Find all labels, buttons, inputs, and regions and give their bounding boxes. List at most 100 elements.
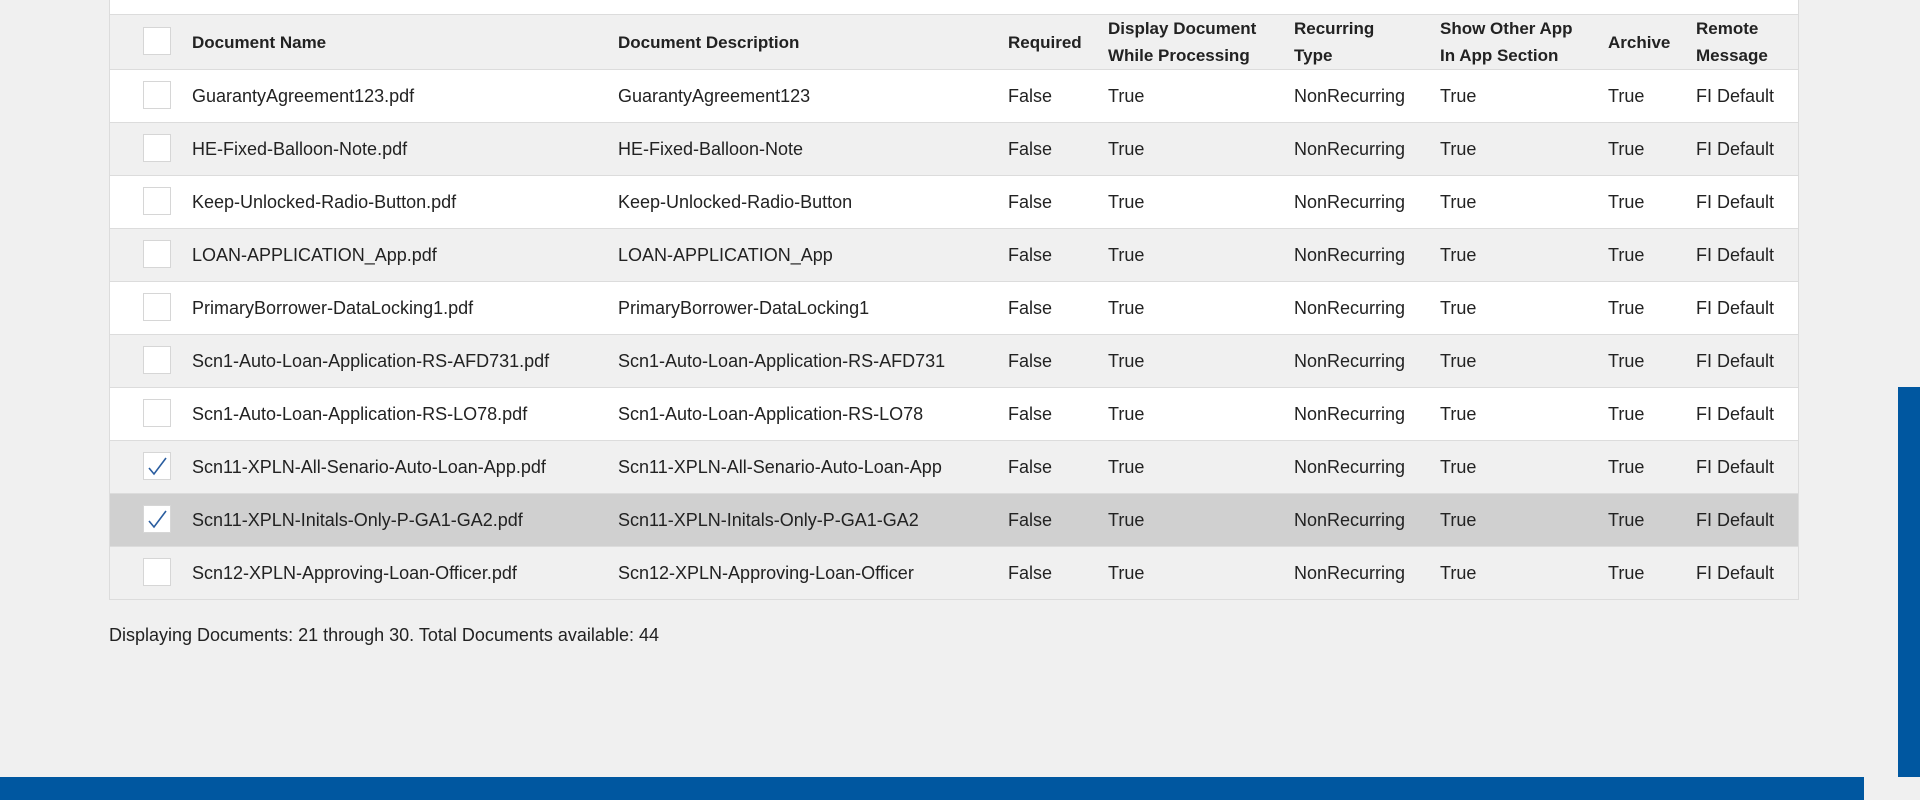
header-document-name[interactable]: Document Name (192, 15, 326, 69)
header-remote-message[interactable]: Remote Message (1696, 15, 1786, 69)
table-row[interactable]: GuarantyAgreement123.pdf GuarantyAgreemen… (110, 70, 1798, 123)
row-checkbox[interactable] (143, 505, 171, 533)
cell-archive: True (1608, 297, 1645, 318)
cell-document-description: GuarantyAgreement123 (618, 85, 811, 106)
row-checkbox[interactable] (143, 346, 171, 374)
table-row[interactable]: Scn1-Auto-Loan-Application-RS-AFD731.pdf… (110, 335, 1798, 388)
cell-remote-message: FI Default (1696, 509, 1775, 530)
cell-show-other-app: True (1440, 191, 1477, 212)
cell-recurring-type: NonRecurring (1294, 456, 1406, 477)
cell-recurring-type: NonRecurring (1294, 509, 1406, 530)
vertical-scrollbar[interactable] (1898, 387, 1920, 777)
cell-document-name: LOAN-APPLICATION_App.pdf (192, 244, 437, 265)
cell-recurring-type: NonRecurring (1294, 562, 1406, 583)
cell-archive: True (1608, 509, 1645, 530)
cell-recurring-type: NonRecurring (1294, 191, 1406, 212)
cell-remote-message: FI Default (1696, 562, 1775, 583)
cell-remote-message: FI Default (1696, 138, 1775, 159)
row-checkbox[interactable] (143, 134, 171, 162)
cell-document-name: Scn11-XPLN-All-Senario-Auto-Loan-App.pdf (192, 456, 546, 477)
cell-display-while-processing: True (1108, 297, 1145, 318)
cell-remote-message: FI Default (1696, 297, 1775, 318)
cell-document-name: Scn1-Auto-Loan-Application-RS-LO78.pdf (192, 403, 528, 424)
cell-required: False (1008, 350, 1053, 371)
cell-recurring-type: NonRecurring (1294, 138, 1406, 159)
table-row[interactable]: PrimaryBorrower-DataLocking1.pdf PrimaryB… (110, 282, 1798, 335)
footer-bar (0, 777, 1864, 800)
cell-show-other-app: True (1440, 297, 1477, 318)
checkmark-icon (148, 457, 167, 476)
header-document-description[interactable]: Document Description (618, 15, 799, 69)
pagination-status: Displaying Documents: 21 through 30. Tot… (109, 625, 659, 645)
cell-display-while-processing: True (1108, 562, 1145, 583)
cell-display-while-processing: True (1108, 138, 1145, 159)
table-row[interactable]: Scn1-Auto-Loan-Application-RS-LO78.pdf Sc… (110, 388, 1798, 441)
row-checkbox[interactable] (143, 293, 171, 321)
cell-show-other-app: True (1440, 509, 1477, 530)
table-header-row: Document Name Document Description Requi… (110, 15, 1798, 70)
row-checkbox[interactable] (143, 558, 171, 586)
row-checkbox[interactable] (143, 452, 171, 480)
cell-document-name: GuarantyAgreement123.pdf (192, 85, 415, 106)
cell-required: False (1008, 509, 1053, 530)
cell-document-description: Scn11-XPLN-Initals-Only-P-GA1-GA2 (618, 509, 919, 530)
cell-show-other-app: True (1440, 350, 1477, 371)
table-row[interactable]: Keep-Unlocked-Radio-Button.pdf Keep-Unloc… (110, 176, 1798, 229)
header-recurring-type[interactable]: Recurring Type (1294, 15, 1414, 69)
header-display-while-processing[interactable]: Display Document While Processing (1108, 15, 1278, 69)
cell-archive: True (1608, 191, 1645, 212)
cell-display-while-processing: True (1108, 350, 1145, 371)
cell-document-description: Scn12-XPLN-Approving-Loan-Officer (618, 562, 914, 583)
cell-document-name: HE-Fixed-Balloon-Note.pdf (192, 138, 408, 159)
cell-remote-message: FI Default (1696, 403, 1775, 424)
cell-document-name: Scn1-Auto-Loan-Application-RS-AFD731.pdf (192, 350, 550, 371)
row-checkbox[interactable] (143, 240, 171, 268)
cell-required: False (1008, 244, 1053, 265)
cell-document-name: PrimaryBorrower-DataLocking1.pdf (192, 297, 474, 318)
cell-recurring-type: NonRecurring (1294, 350, 1406, 371)
cell-archive: True (1608, 244, 1645, 265)
cell-required: False (1008, 191, 1053, 212)
cell-display-while-processing: True (1108, 191, 1145, 212)
cell-document-description: PrimaryBorrower-DataLocking1 (618, 297, 870, 318)
cell-display-while-processing: True (1108, 456, 1145, 477)
cell-remote-message: FI Default (1696, 191, 1775, 212)
cell-recurring-type: NonRecurring (1294, 403, 1406, 424)
cell-required: False (1008, 562, 1053, 583)
cell-recurring-type: NonRecurring (1294, 244, 1406, 265)
table-row[interactable]: Scn11-XPLN-Initals-Only-P-GA1-GA2.pdf Scn… (110, 494, 1798, 547)
cell-remote-message: FI Default (1696, 85, 1775, 106)
cell-required: False (1008, 297, 1053, 318)
cell-document-description: Keep-Unlocked-Radio-Button (618, 191, 853, 212)
cell-show-other-app: True (1440, 138, 1477, 159)
cell-required: False (1008, 138, 1053, 159)
header-archive[interactable]: Archive (1608, 15, 1670, 69)
header-show-other-app[interactable]: Show Other App In App Section (1440, 15, 1590, 69)
cell-show-other-app: True (1440, 85, 1477, 106)
cell-required: False (1008, 403, 1053, 424)
cell-display-while-processing: True (1108, 85, 1145, 106)
cell-document-name: Keep-Unlocked-Radio-Button.pdf (192, 191, 457, 212)
table-body: GuarantyAgreement123.pdf GuarantyAgreemen… (110, 70, 1798, 600)
cell-archive: True (1608, 350, 1645, 371)
cell-show-other-app: True (1440, 244, 1477, 265)
row-checkbox[interactable] (143, 399, 171, 427)
header-required[interactable]: Required (1008, 15, 1082, 69)
cell-archive: True (1608, 562, 1645, 583)
row-checkbox[interactable] (143, 187, 171, 215)
cell-remote-message: FI Default (1696, 244, 1775, 265)
row-checkbox[interactable] (143, 81, 171, 109)
table-top-strip (110, 0, 1798, 15)
cell-recurring-type: NonRecurring (1294, 297, 1406, 318)
cell-show-other-app: True (1440, 562, 1477, 583)
table-row[interactable]: Scn11-XPLN-All-Senario-Auto-Loan-App.pdf… (110, 441, 1798, 494)
table-row[interactable]: LOAN-APPLICATION_App.pdf LOAN-APPLICATION… (110, 229, 1798, 282)
table-row[interactable]: HE-Fixed-Balloon-Note.pdf HE-Fixed-Balloo… (110, 123, 1798, 176)
checkmark-icon (148, 510, 167, 529)
cell-remote-message: FI Default (1696, 350, 1775, 371)
cell-show-other-app: True (1440, 456, 1477, 477)
table-row[interactable]: Scn12-XPLN-Approving-Loan-Officer.pdf Scn… (110, 547, 1798, 600)
cell-required: False (1008, 456, 1053, 477)
cell-document-description: LOAN-APPLICATION_App (618, 244, 833, 265)
select-all-checkbox[interactable] (143, 27, 171, 55)
